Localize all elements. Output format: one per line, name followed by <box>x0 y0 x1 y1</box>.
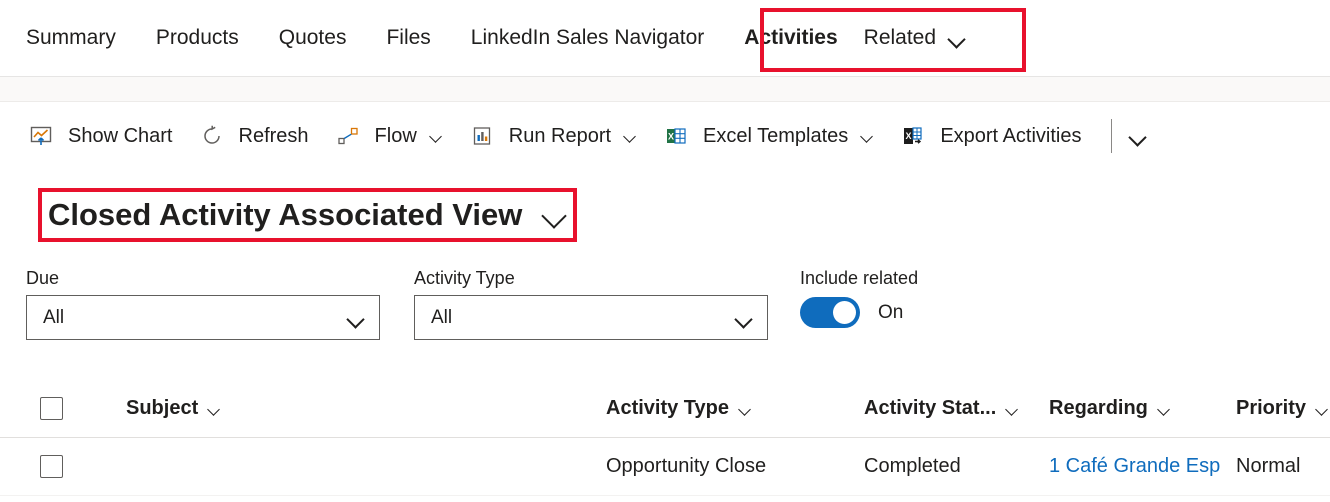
activity-type-filter-value: All <box>431 306 453 328</box>
column-header-priority[interactable]: Priority <box>1236 397 1330 420</box>
command-bar: Show Chart Refresh Flow Run Report X Exc… <box>0 102 1330 170</box>
cell-activity-status: Completed <box>864 455 961 477</box>
section-divider-band <box>0 76 1330 102</box>
cell-priority: Normal <box>1236 455 1301 477</box>
tab-related[interactable]: Related <box>864 26 966 50</box>
excel-icon: X <box>663 123 689 149</box>
flow-button[interactable]: Flow <box>335 115 443 157</box>
include-related-filter: Include related On <box>800 268 918 328</box>
show-chart-button[interactable]: Show Chart <box>28 115 173 157</box>
refresh-button[interactable]: Refresh <box>199 115 309 157</box>
tab-activities[interactable]: Activities <box>744 0 837 76</box>
due-filter-value: All <box>43 306 65 328</box>
svg-text:X: X <box>668 131 674 141</box>
chevron-down-icon <box>544 208 568 222</box>
tab-summary[interactable]: Summary <box>26 0 116 76</box>
tab-related-label: Related <box>863 26 937 49</box>
due-filter: Due All <box>26 268 380 340</box>
column-header-priority-label: Priority <box>1236 397 1307 419</box>
entity-tab-strip: Summary Products Quotes Files LinkedIn S… <box>0 0 1330 76</box>
tab-products[interactable]: Products <box>156 0 239 76</box>
include-related-toggle[interactable] <box>800 297 860 328</box>
include-related-state: On <box>878 301 904 323</box>
tab-files[interactable]: Files <box>386 0 430 76</box>
include-related-label: Include related <box>800 268 919 288</box>
filter-row: Due All Activity Type All Include relate… <box>0 268 1330 348</box>
column-header-activity-status[interactable]: Activity Stat... <box>864 397 1049 420</box>
chevron-down-icon <box>430 132 443 140</box>
chevron-down-icon <box>736 313 753 323</box>
grid-header-row: Subject Activity Type Activity Stat... R… <box>0 380 1330 438</box>
chevron-down-icon <box>949 33 966 43</box>
report-icon <box>469 123 495 149</box>
chevron-down-icon <box>208 405 221 413</box>
due-filter-label: Due <box>26 268 60 288</box>
chevron-down-icon <box>1006 405 1019 413</box>
chart-icon <box>28 123 54 149</box>
activity-type-filter-label: Activity Type <box>414 268 515 288</box>
column-header-subject-label: Subject <box>126 397 199 419</box>
excel-templates-button[interactable]: X Excel Templates <box>663 115 874 157</box>
due-filter-dropdown[interactable]: All <box>26 295 380 340</box>
show-chart-label: Show Chart <box>68 124 173 147</box>
refresh-label: Refresh <box>238 124 309 147</box>
include-related-toggle-row: On <box>800 297 918 328</box>
chevron-down-icon <box>1316 405 1329 413</box>
column-header-activity-status-label: Activity Stat... <box>864 397 997 419</box>
select-all-checkbox[interactable] <box>40 397 63 420</box>
activity-type-filter: Activity Type All <box>414 268 768 340</box>
chevron-down-icon <box>348 313 365 323</box>
cell-regarding-link[interactable]: 1 Café Grande Esp <box>1049 455 1236 478</box>
tab-linkedin-sales-navigator[interactable]: LinkedIn Sales Navigator <box>471 0 704 76</box>
view-selector-title: Closed Activity Associated View <box>48 197 523 232</box>
svg-text:X: X <box>906 131 912 141</box>
export-activities-label: Export Activities <box>940 124 1082 147</box>
activity-type-filter-dropdown[interactable]: All <box>414 295 768 340</box>
chevron-down-icon <box>861 132 874 140</box>
column-header-regarding[interactable]: Regarding <box>1049 397 1236 420</box>
flow-icon <box>335 123 361 149</box>
command-bar-divider <box>1111 119 1113 153</box>
row-select-cell <box>40 455 126 478</box>
refresh-icon <box>199 123 225 149</box>
column-header-activity-type-label: Activity Type <box>606 397 729 419</box>
excel-export-icon: X <box>900 123 926 149</box>
toggle-knob <box>833 301 856 324</box>
chevron-down-icon <box>1158 405 1171 413</box>
chevron-down-icon <box>739 405 752 413</box>
flow-label: Flow <box>374 124 417 147</box>
cell-activity-type: Opportunity Close <box>606 455 767 477</box>
column-header-activity-type[interactable]: Activity Type <box>606 397 864 420</box>
chevron-down-icon <box>624 132 637 140</box>
excel-templates-label: Excel Templates <box>703 124 849 147</box>
run-report-label: Run Report <box>508 124 612 147</box>
column-header-regarding-label: Regarding <box>1049 397 1148 419</box>
view-selector[interactable]: Closed Activity Associated View <box>48 192 568 238</box>
row-select-checkbox[interactable] <box>40 455 63 478</box>
table-row[interactable]: Opportunity Close Completed 1 Café Grand… <box>0 438 1330 496</box>
export-activities-button[interactable]: X Export Activities <box>900 115 1081 157</box>
tab-quotes[interactable]: Quotes <box>279 0 347 76</box>
activities-grid: Subject Activity Type Activity Stat... R… <box>0 380 1330 496</box>
chevron-down-icon <box>1130 131 1147 141</box>
select-all-cell <box>40 397 126 420</box>
run-report-button[interactable]: Run Report <box>469 115 637 157</box>
column-header-subject[interactable]: Subject <box>126 397 606 420</box>
more-commands-button[interactable] <box>1130 115 1147 157</box>
